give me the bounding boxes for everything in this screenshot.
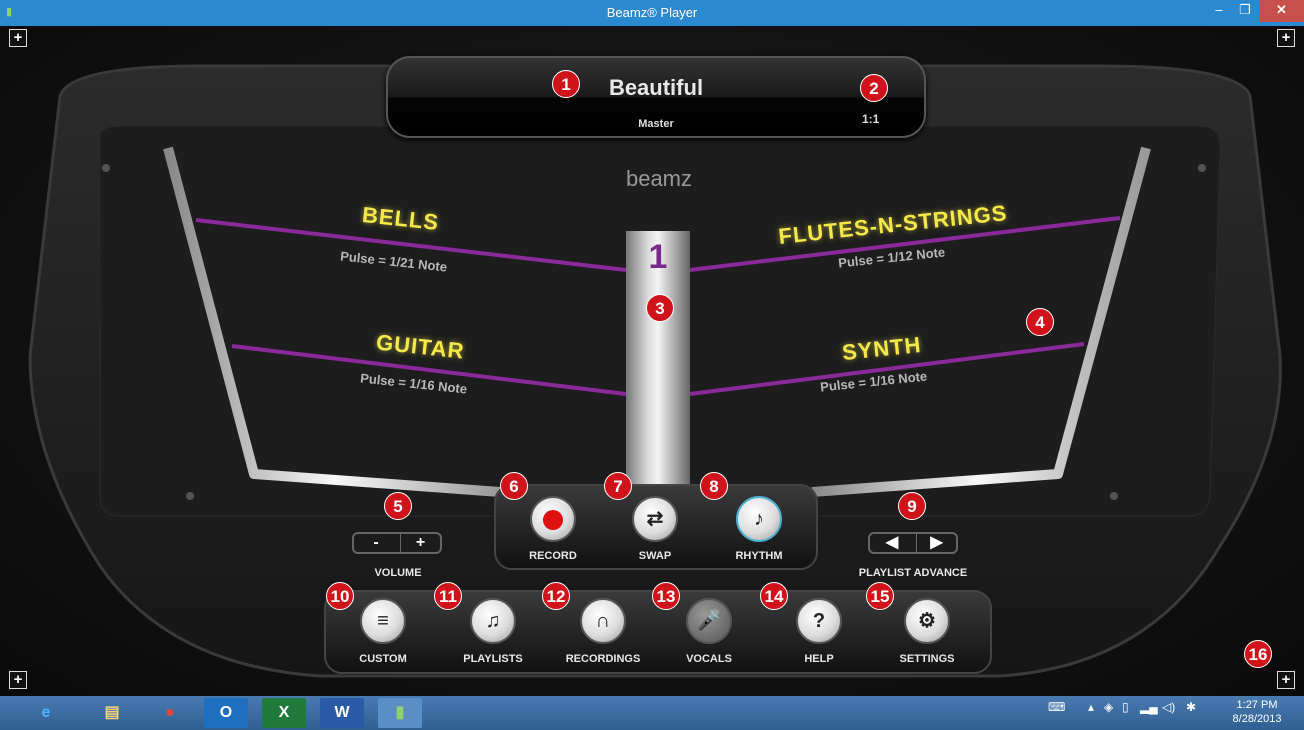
callout-badge-4: 4 xyxy=(1026,308,1054,336)
song-subtitle: Master xyxy=(638,118,674,130)
vocals-button[interactable]: 🎤 xyxy=(686,598,732,644)
system-clock[interactable]: 1:27 PM 8/28/2013 xyxy=(1222,698,1292,726)
settings-button[interactable]: ⚙ xyxy=(904,598,950,644)
callout-badge-1: 1 xyxy=(552,70,580,98)
callout-badge-8: 8 xyxy=(700,472,728,500)
swap-icon: ⇄ xyxy=(646,508,664,530)
close-button[interactable]: ✕ xyxy=(1259,0,1304,22)
playlists-label: PLAYLISTS xyxy=(463,653,523,665)
clock-date: 8/28/2013 xyxy=(1232,713,1282,725)
callout-badge-12: 12 xyxy=(542,582,570,610)
playlist-advance-label: PLAYLIST ADVANCE xyxy=(858,567,968,579)
question-icon: ? xyxy=(812,610,826,632)
minimize-button[interactable]: – xyxy=(1206,0,1232,22)
playlist-icon: ♫ xyxy=(485,610,501,632)
playlist-prev-button[interactable]: ◀ xyxy=(872,534,912,552)
record-button[interactable] xyxy=(530,496,576,542)
network-icon[interactable]: ▂▄ xyxy=(1140,700,1158,714)
volume-label: VOLUME xyxy=(374,567,422,579)
song-position: 1:1 xyxy=(862,112,880,126)
swap-button[interactable]: ⇄ xyxy=(632,496,678,542)
window-title: Beamz® Player xyxy=(606,5,698,20)
beamz-taskbar-icon[interactable]: ▮ xyxy=(378,698,422,728)
sync-icon[interactable]: ✱ xyxy=(1186,700,1196,714)
security-icon[interactable]: ◈ xyxy=(1104,700,1113,714)
callout-badge-3: 3 xyxy=(646,294,674,322)
player-stage: + + + + Beautiful Master 1:1 beamz 1 BEL… xyxy=(0,26,1304,696)
volume-control: - + xyxy=(352,532,442,554)
playlists-button[interactable]: ♫ xyxy=(470,598,516,644)
beamz-logo: beamz xyxy=(625,166,693,191)
settings-label: SETTINGS xyxy=(899,653,955,665)
callout-badge-6: 6 xyxy=(500,472,528,500)
music-note-icon: ♪ xyxy=(754,508,764,530)
beam-number: 1 xyxy=(648,238,668,276)
volume-down-button[interactable]: - xyxy=(356,534,396,552)
mixer-icon: ≡ xyxy=(377,610,389,632)
callout-badge-7: 7 xyxy=(604,472,632,500)
recordings-button[interactable]: ∩ xyxy=(580,598,626,644)
custom-button[interactable]: ≡ xyxy=(360,598,406,644)
show-hidden-icons-icon[interactable]: ▴ xyxy=(1088,700,1094,714)
callout-badge-15: 15 xyxy=(866,582,894,610)
custom-label: CUSTOM xyxy=(359,653,407,665)
word-icon[interactable]: W xyxy=(320,698,364,728)
restore-button[interactable]: ❐ xyxy=(1232,0,1258,22)
now-playing-panel: Beautiful Master xyxy=(386,56,926,138)
help-button[interactable]: ? xyxy=(796,598,842,644)
rhythm-label: RHYTHM xyxy=(735,550,783,562)
gear-icon: ⚙ xyxy=(918,610,936,632)
callout-badge-10: 10 xyxy=(326,582,354,610)
taskbar: e ▤ ● O X W ▮ ⌨ ▴ ◈ ▯ ▂▄ ◁) ✱ 1:27 PM 8/… xyxy=(0,696,1304,730)
outlook-icon[interactable]: O xyxy=(204,698,248,728)
vocals-label: VOCALS xyxy=(686,653,732,665)
help-label: HELP xyxy=(804,653,834,665)
volume-icon[interactable]: ◁) xyxy=(1162,700,1175,714)
title-bar: ▮ Beamz® Player – ❐ ✕ xyxy=(0,0,1304,26)
headphones-icon: ∩ xyxy=(595,610,611,632)
excel-icon[interactable]: X xyxy=(262,698,306,728)
callout-badge-14: 14 xyxy=(760,582,788,610)
callout-badge-2: 2 xyxy=(860,74,888,102)
callout-badge-13: 13 xyxy=(652,582,680,610)
playlist-next-button[interactable]: ▶ xyxy=(916,534,956,552)
swap-label: SWAP xyxy=(638,550,672,562)
file-explorer-icon[interactable]: ▤ xyxy=(90,698,134,728)
recordings-label: RECORDINGS xyxy=(565,653,641,665)
callout-badge-16: 16 xyxy=(1244,640,1272,668)
chrome-icon[interactable]: ● xyxy=(148,698,192,728)
callout-badge-9: 9 xyxy=(898,492,926,520)
volume-up-button[interactable]: + xyxy=(400,534,440,552)
song-title: Beautiful xyxy=(608,75,704,100)
record-label: RECORD xyxy=(529,550,577,562)
rhythm-button[interactable]: ♪ xyxy=(736,496,782,542)
record-icon xyxy=(543,509,563,530)
internet-explorer-icon[interactable]: e xyxy=(24,698,68,728)
playlist-advance-control: ◀ ▶ xyxy=(868,532,958,554)
callout-badge-11: 11 xyxy=(434,582,462,610)
microphone-icon: 🎤 xyxy=(696,610,722,632)
power-icon[interactable]: ▯ xyxy=(1122,700,1129,714)
keyboard-icon[interactable]: ⌨ xyxy=(1048,700,1065,714)
clock-time: 1:27 PM xyxy=(1236,699,1278,711)
callout-badge-5: 5 xyxy=(384,492,412,520)
